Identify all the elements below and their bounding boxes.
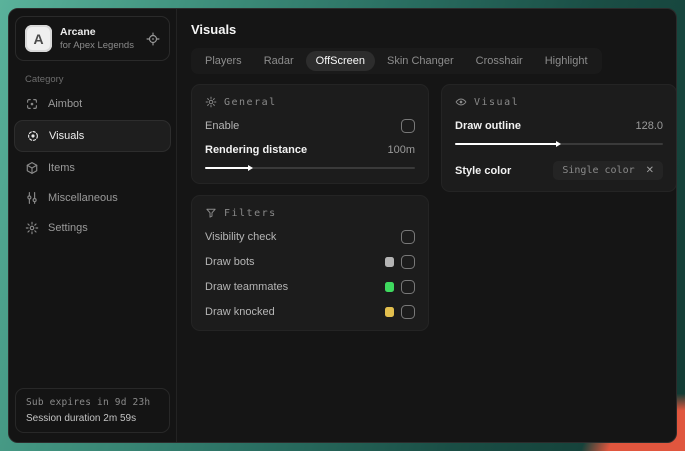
slider-fill <box>205 164 254 171</box>
draw-bots-checkbox[interactable] <box>401 254 415 269</box>
crosshair-icon <box>25 97 39 111</box>
rendering-distance-slider[interactable] <box>205 164 415 172</box>
sidebar-item-visuals[interactable]: Visuals <box>14 120 171 152</box>
panels-area: General Enable Rendering distance 100m F… <box>191 84 676 331</box>
app-window: A Arcane for Apex Legends Category Aimbo… <box>8 8 677 443</box>
draw-teammates-checkbox[interactable] <box>401 279 415 294</box>
draw-knocked-checkbox[interactable] <box>401 304 415 319</box>
slider-fill <box>455 140 561 147</box>
filters-panel-header: Filters <box>205 207 415 219</box>
style-color-label: Style color <box>455 164 512 177</box>
box-icon <box>25 161 39 175</box>
funnel-icon <box>205 207 217 219</box>
sun-gear-icon <box>205 96 217 108</box>
draw-bots-row: Draw bots <box>205 254 415 269</box>
rendering-distance-label: Rendering distance <box>205 143 308 156</box>
filters-panel-title: Filters <box>224 207 277 219</box>
brand-card: A Arcane for Apex Legends <box>15 16 170 61</box>
tab-offscreen[interactable]: OffScreen <box>305 51 375 71</box>
session-duration-text: Session duration 2m 59s <box>26 413 137 424</box>
visual-panel-header: Visual <box>455 96 663 108</box>
draw-knocked-color-swatch[interactable] <box>385 306 394 317</box>
sliders-icon <box>25 191 39 205</box>
tab-bar: Players Radar OffScreen Skin Changer Cro… <box>191 48 602 74</box>
draw-bots-color-swatch[interactable] <box>385 256 394 267</box>
sidebar-item-label: Settings <box>48 222 88 234</box>
draw-outline-label: Draw outline <box>455 119 522 132</box>
sidebar: A Arcane for Apex Legends Category Aimbo… <box>9 9 177 442</box>
visibility-check-row: Visibility check <box>205 229 415 244</box>
visibility-check-label: Visibility check <box>205 230 277 243</box>
sidebar-item-label: Miscellaneous <box>48 192 118 204</box>
app-logo: A <box>25 25 52 52</box>
sidebar-item-items[interactable]: Items <box>9 153 176 183</box>
sidebar-item-aimbot[interactable]: Aimbot <box>9 89 176 119</box>
general-panel: General Enable Rendering distance 100m <box>191 84 429 184</box>
sidebar-item-label: Items <box>48 162 75 174</box>
draw-outline-slider[interactable] <box>455 140 663 148</box>
sidebar-nav: Aimbot Visuals Items Miscellaneous Setti… <box>9 89 176 243</box>
sidebar-item-label: Aimbot <box>48 98 83 110</box>
app-subtitle: for Apex Legends <box>60 40 134 51</box>
eye-scan-icon <box>26 129 40 143</box>
sidebar-item-settings[interactable]: Settings <box>9 213 176 243</box>
draw-knocked-label: Draw knocked <box>205 305 275 318</box>
rendering-distance-value: 100m <box>387 143 415 156</box>
tab-skin-changer[interactable]: Skin Changer <box>377 51 464 71</box>
category-label: Category <box>25 74 64 85</box>
sidebar-item-miscellaneous[interactable]: Miscellaneous <box>9 183 176 213</box>
style-color-select[interactable]: Single color ✕ <box>553 161 663 180</box>
sub-expires-text: Sub expires in 9d 23h <box>26 397 151 408</box>
visibility-check-checkbox[interactable] <box>401 229 415 244</box>
draw-outline-value: 128.0 <box>635 119 663 132</box>
main-content: Visuals Players Radar OffScreen Skin Cha… <box>177 9 676 442</box>
draw-outline-row: Draw outline 128.0 <box>455 118 663 133</box>
draw-teammates-label: Draw teammates <box>205 280 289 293</box>
general-panel-header: General <box>205 96 415 108</box>
sidebar-item-label: Visuals <box>49 130 85 142</box>
enable-row: Enable <box>205 118 415 133</box>
tab-crosshair[interactable]: Crosshair <box>466 51 533 71</box>
tab-radar[interactable]: Radar <box>254 51 304 71</box>
draw-teammates-row: Draw teammates <box>205 279 415 294</box>
style-color-value: Single color <box>562 165 635 176</box>
brand-text: Arcane for Apex Legends <box>60 26 138 51</box>
draw-knocked-row: Draw knocked <box>205 304 415 319</box>
clear-selection-icon[interactable]: ✕ <box>646 165 654 176</box>
draw-bots-label: Draw bots <box>205 255 255 268</box>
tab-players[interactable]: Players <box>195 51 252 71</box>
enable-label: Enable <box>205 119 240 132</box>
rendering-distance-row: Rendering distance 100m <box>205 142 415 157</box>
style-color-row: Style color Single color ✕ <box>455 161 663 180</box>
tab-highlight[interactable]: Highlight <box>535 51 598 71</box>
page-title: Visuals <box>191 22 237 37</box>
target-icon[interactable] <box>146 31 160 46</box>
visual-panel-title: Visual <box>474 96 520 108</box>
app-title: Arcane <box>60 26 96 38</box>
draw-teammates-color-swatch[interactable] <box>385 281 394 292</box>
eye-icon <box>455 96 467 108</box>
filters-panel: Filters Visibility check Draw bots Draw … <box>191 195 429 331</box>
gear-icon <box>25 221 39 235</box>
enable-checkbox[interactable] <box>401 118 415 133</box>
general-panel-title: General <box>224 96 277 108</box>
visual-panel: Visual Draw outline 128.0 Style color Si… <box>441 84 676 192</box>
subscription-info-card: Sub expires in 9d 23h Session duration 2… <box>15 388 170 433</box>
